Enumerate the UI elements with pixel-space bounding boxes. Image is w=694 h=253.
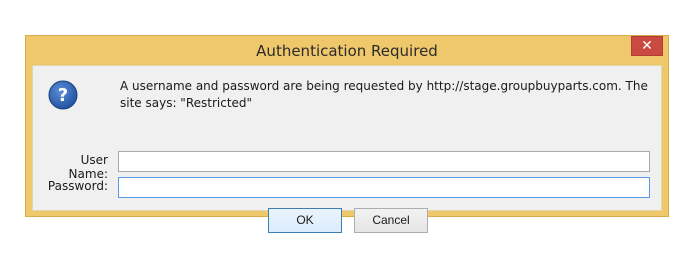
username-label: User Name: bbox=[68, 153, 108, 181]
dialog-content: ? A username and password are being requ… bbox=[32, 65, 662, 233]
ok-button[interactable]: OK bbox=[268, 208, 342, 233]
svg-text:?: ? bbox=[58, 85, 68, 106]
cancel-button[interactable]: Cancel bbox=[354, 208, 428, 233]
username-field[interactable] bbox=[118, 151, 650, 172]
auth-message: A username and password are being reques… bbox=[120, 79, 648, 110]
close-icon: ✕ bbox=[641, 38, 653, 54]
dialog-titlebar[interactable]: Authentication Required bbox=[26, 36, 668, 64]
close-button[interactable]: ✕ bbox=[631, 36, 663, 56]
password-label: Password: bbox=[47, 179, 108, 193]
dialog-title: Authentication Required bbox=[256, 42, 438, 60]
auth-dialog: Authentication Required ✕ ? A username a… bbox=[25, 35, 669, 233]
password-field[interactable] bbox=[118, 177, 650, 198]
question-icon: ? bbox=[48, 80, 78, 110]
